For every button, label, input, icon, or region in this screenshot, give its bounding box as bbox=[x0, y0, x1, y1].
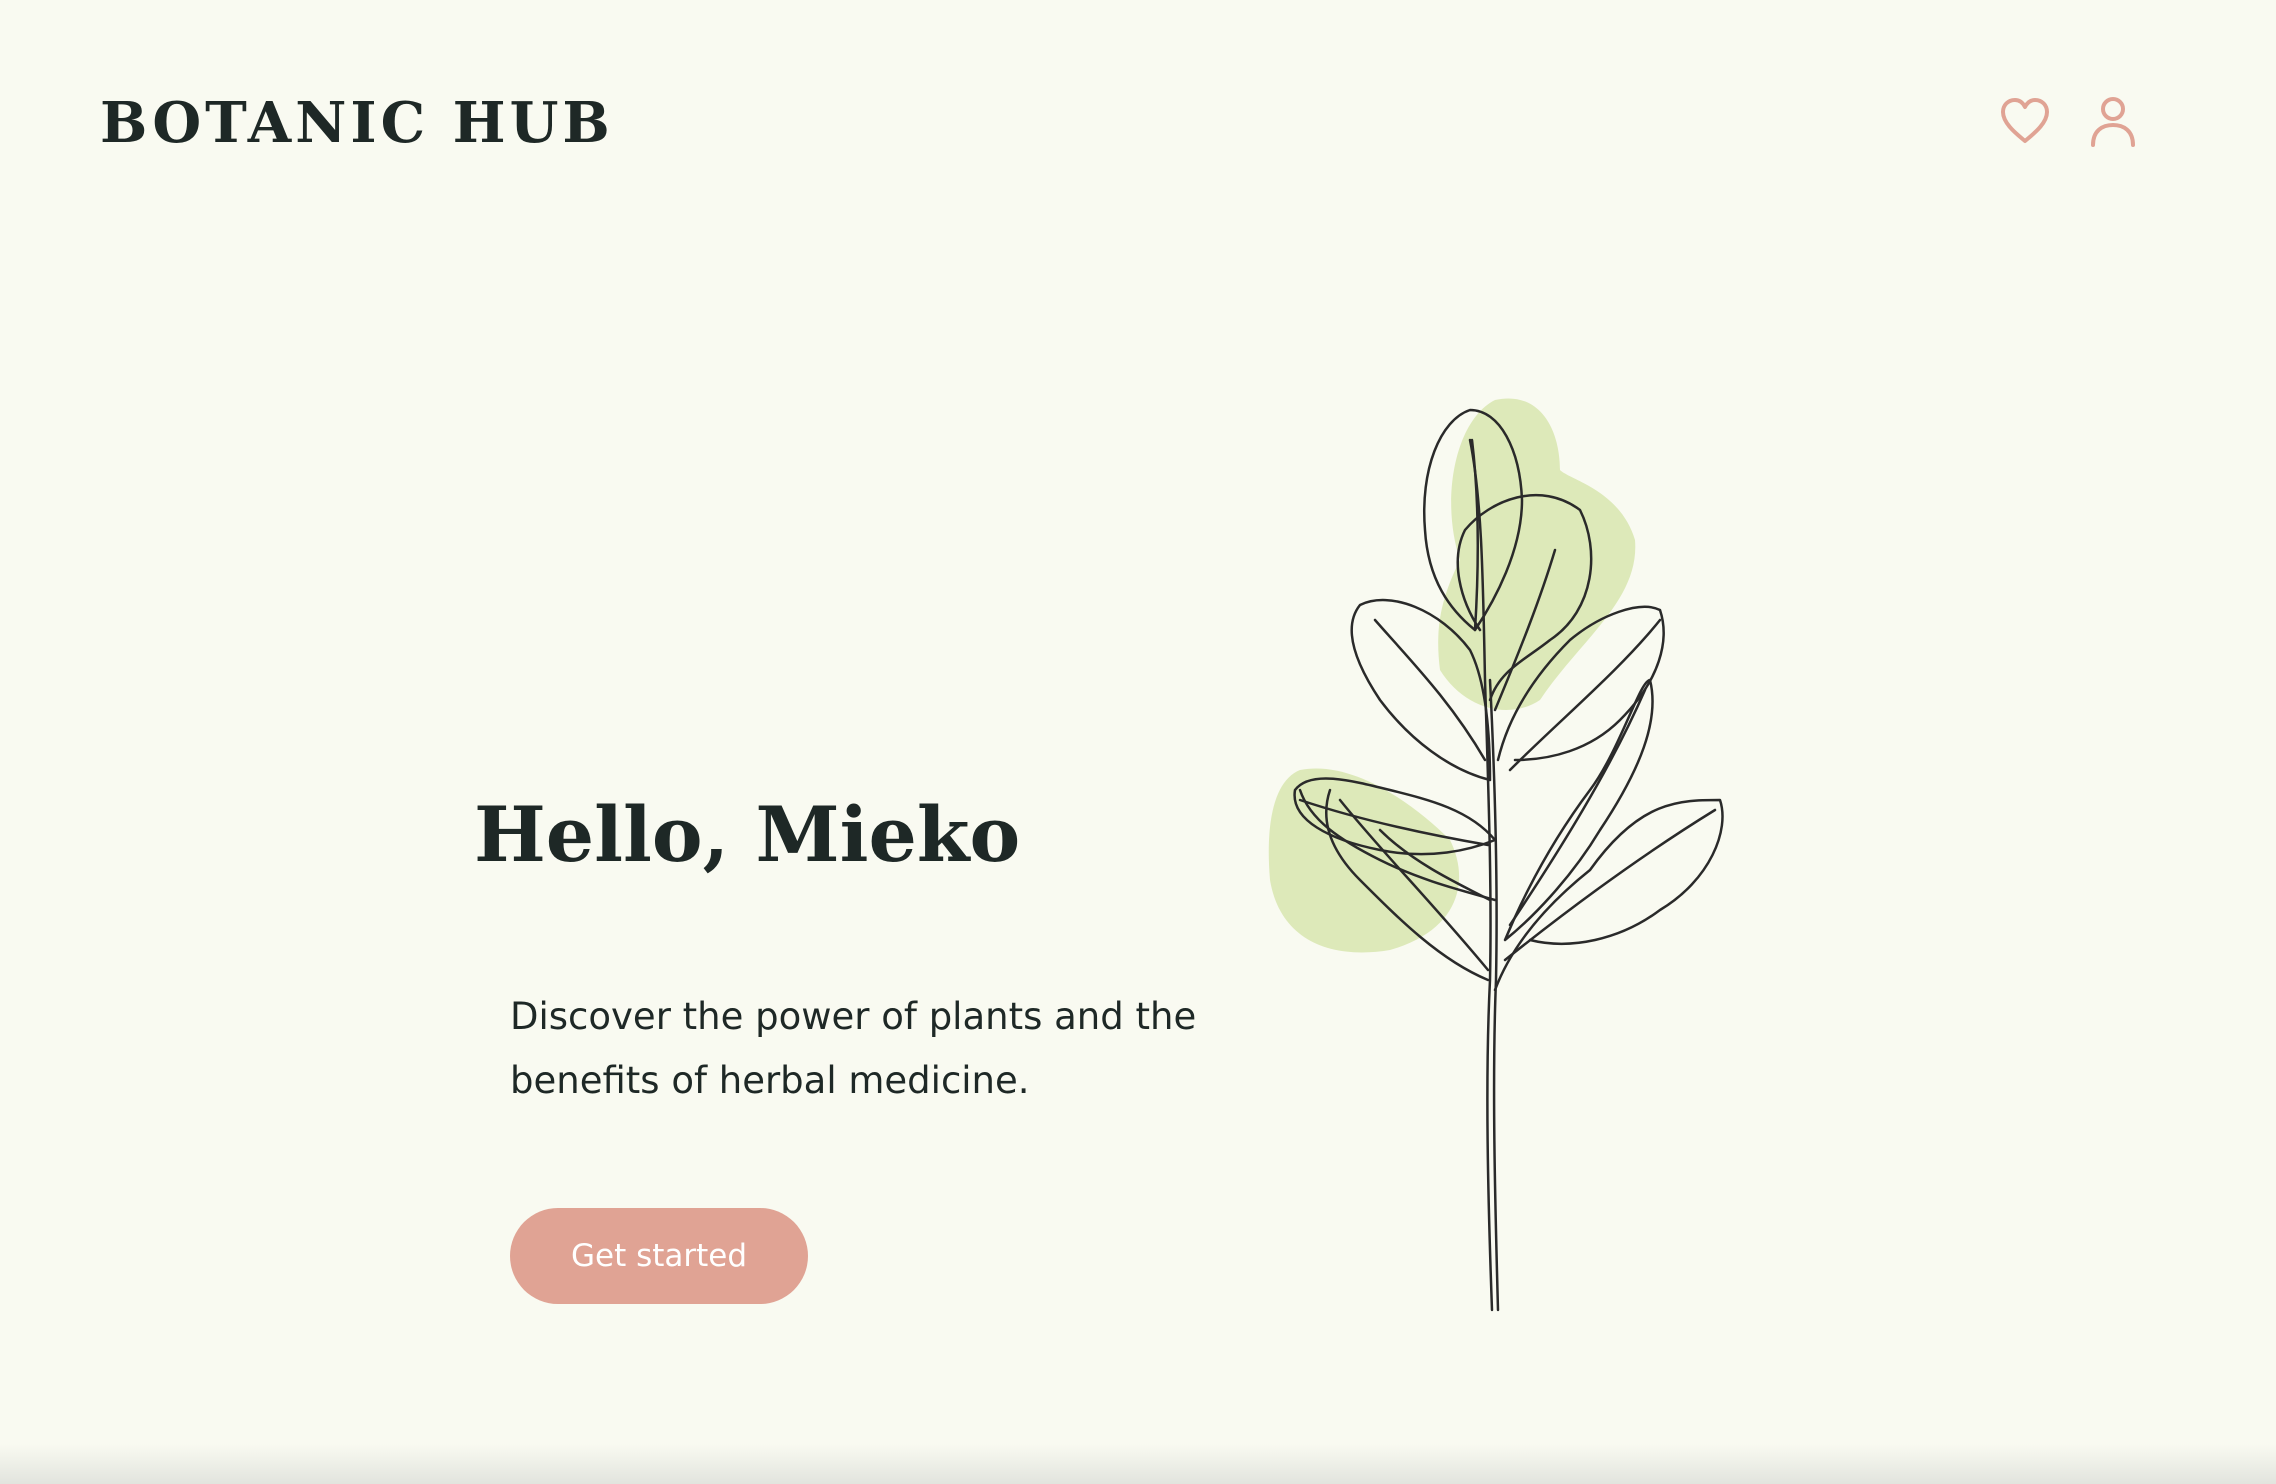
plant-illustration bbox=[1268, 398, 1724, 1312]
leaf-blobs bbox=[1268, 398, 1636, 953]
bottom-edge bbox=[0, 1444, 2276, 1484]
greeting-heading: Hello, Mieko bbox=[474, 790, 1021, 879]
heart-icon bbox=[2001, 98, 2049, 143]
user-icon bbox=[2091, 97, 2135, 147]
logo[interactable]: BOTANIC HUB bbox=[100, 88, 614, 158]
account-button[interactable] bbox=[2084, 92, 2142, 150]
header-actions bbox=[1996, 92, 2142, 150]
get-started-button[interactable]: Get started bbox=[510, 1208, 808, 1304]
hero-tagline: Discover the power of plants and the ben… bbox=[510, 995, 1197, 1102]
favorites-button[interactable] bbox=[1996, 92, 2054, 150]
